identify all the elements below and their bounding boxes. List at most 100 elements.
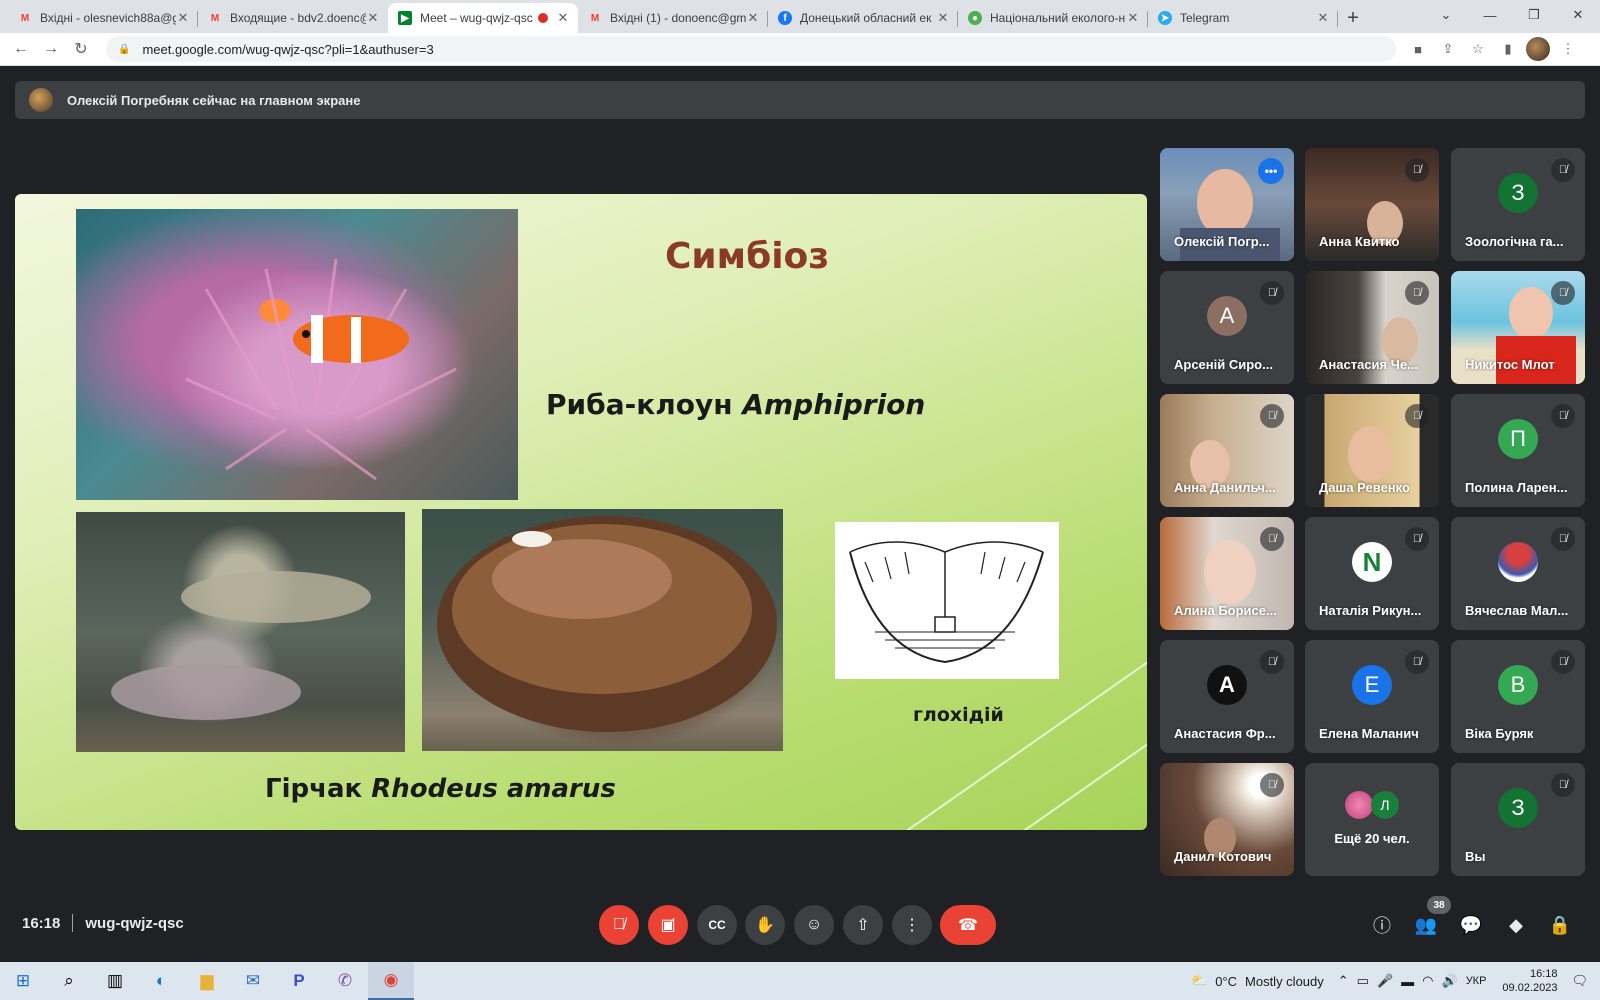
- more-participants-tile[interactable]: Л Ещё 20 чел.: [1305, 763, 1439, 876]
- mail-icon[interactable]: ✉: [230, 962, 276, 1000]
- menu-icon[interactable]: ⋮: [1556, 37, 1580, 61]
- participant-tile[interactable]: 🎙̸ Даша Ревенко: [1305, 394, 1439, 507]
- meeting-controls-bar: 16:18 wug-qwjz-qsc 🎙̸ ▣̸ CC ✋ ☺ ⇧ ⋮ ☎ ⓘ …: [0, 895, 1600, 957]
- bookmark-star-icon[interactable]: ☆: [1466, 37, 1490, 61]
- pixelmator-icon[interactable]: P: [276, 962, 322, 1000]
- self-tile[interactable]: З 🎙̸ Вы: [1451, 763, 1585, 876]
- close-icon[interactable]: ✕: [556, 10, 570, 26]
- participant-tile[interactable]: 🎙̸ Анна Данильч...: [1160, 394, 1294, 507]
- gmail-icon: M: [210, 12, 220, 24]
- browser-tab[interactable]: ● Національний еколого-н ✕: [958, 3, 1148, 33]
- new-tab-button[interactable]: +: [1338, 3, 1368, 33]
- camera-off-button[interactable]: ▣̸: [648, 905, 688, 945]
- task-view-icon[interactable]: ▥: [92, 962, 138, 1000]
- wifi-icon[interactable]: ◠: [1422, 973, 1433, 989]
- battery-icon[interactable]: ▭: [1357, 973, 1369, 989]
- search-icon[interactable]: ⌕: [46, 962, 92, 1000]
- participant-name: Анна Квитко: [1319, 234, 1400, 249]
- share-icon[interactable]: ⇪: [1436, 37, 1460, 61]
- weather-icon[interactable]: ⛅: [1191, 973, 1207, 989]
- avatar: N: [1352, 542, 1392, 583]
- leave-call-button[interactable]: ☎: [940, 905, 996, 945]
- participant-name: Олексій Погр...: [1174, 234, 1270, 249]
- avatar: З: [1498, 788, 1538, 829]
- participant-tile[interactable]: З 🎙̸ Зоологічна га...: [1451, 148, 1585, 261]
- browser-tab[interactable]: M Входящие - bdv2.doenc@ ✕: [198, 3, 388, 33]
- participant-tile[interactable]: А 🎙̸ Арсеній Сиро...: [1160, 271, 1294, 384]
- chevron-down-icon[interactable]: ⌄: [1424, 0, 1468, 30]
- mic-off-button[interactable]: 🎙̸: [599, 905, 639, 945]
- participant-tile[interactable]: 🎙̸ Алина Борисе...: [1160, 517, 1294, 630]
- participant-tile[interactable]: 🎙̸ Вячеслав Мал...: [1451, 517, 1585, 630]
- present-button[interactable]: ⇧: [843, 905, 883, 945]
- participant-tile[interactable]: 🎙̸ Анна Квитко: [1305, 148, 1439, 261]
- avatar: [29, 88, 53, 112]
- file-explorer-icon[interactable]: ▆: [184, 962, 230, 1000]
- chrome-icon[interactable]: ◉: [368, 962, 414, 1000]
- close-icon[interactable]: ✕: [176, 10, 190, 26]
- browser-tab[interactable]: f Донецький обласний ек ✕: [768, 3, 958, 33]
- gmail-icon: M: [20, 12, 30, 24]
- info-icon[interactable]: ⓘ: [1362, 905, 1402, 945]
- weather-desc[interactable]: Mostly cloudy: [1245, 974, 1324, 989]
- close-icon[interactable]: ✕: [936, 10, 950, 26]
- browser-tab[interactable]: M Вхідні (1) - donoenc@gm ✕: [578, 3, 768, 33]
- participant-tile[interactable]: Е 🎙̸ Елена Маланич: [1305, 640, 1439, 753]
- avatar: А: [1207, 296, 1247, 337]
- activities-icon[interactable]: ◆: [1496, 905, 1536, 945]
- participant-tile[interactable]: 🎙̸ Никитос Млот: [1451, 271, 1585, 384]
- reload-button[interactable]: ↻: [66, 34, 96, 64]
- restore-button[interactable]: ❐: [1512, 0, 1556, 30]
- browser-tab[interactable]: ➤ Telegram ✕: [1148, 3, 1338, 33]
- participant-tile[interactable]: N 🎙̸ Наталія Рикун...: [1305, 517, 1439, 630]
- chat-icon[interactable]: 💬: [1451, 905, 1491, 945]
- mic-icon[interactable]: 🎤: [1377, 973, 1393, 989]
- side-panel-icon[interactable]: ▮: [1496, 37, 1520, 61]
- more-options-button[interactable]: ⋮: [892, 905, 932, 945]
- close-icon[interactable]: ✕: [1126, 10, 1140, 26]
- participant-tile[interactable]: П 🎙̸ Полина Ларен...: [1451, 394, 1585, 507]
- display-icon[interactable]: ▬: [1401, 974, 1414, 989]
- notifications-icon[interactable]: 🗨: [1571, 973, 1588, 989]
- lock-icon[interactable]: 🔒: [118, 44, 130, 55]
- captions-button[interactable]: CC: [697, 905, 737, 945]
- participant-tile[interactable]: 🎙̸ Анастасия Че...: [1305, 271, 1439, 384]
- clock-date: 09.02.2023: [1502, 982, 1558, 994]
- language-indicator[interactable]: УКР: [1466, 975, 1487, 987]
- profile-avatar[interactable]: [1526, 37, 1550, 61]
- chevron-up-icon[interactable]: ⌃: [1338, 973, 1349, 989]
- back-button[interactable]: ←: [6, 34, 36, 64]
- minimize-button[interactable]: —: [1468, 0, 1512, 30]
- reactions-button[interactable]: ☺: [794, 905, 834, 945]
- participant-tile[interactable]: В 🎙̸ Віка Буряк: [1451, 640, 1585, 753]
- close-icon[interactable]: ✕: [1316, 10, 1330, 26]
- viber-icon[interactable]: ✆: [322, 962, 368, 1000]
- participant-tile[interactable]: 🎙̸ Данил Котович: [1160, 763, 1294, 876]
- camera-icon[interactable]: ■: [1406, 37, 1430, 61]
- raise-hand-button[interactable]: ✋: [745, 905, 785, 945]
- forward-button[interactable]: →: [36, 34, 66, 64]
- weather-temp[interactable]: 0°C: [1215, 974, 1237, 989]
- volume-icon[interactable]: 🔊: [1442, 973, 1458, 989]
- url-field[interactable]: 🔒 meet.google.com/wug-qwjz-qsc?pli=1&aut…: [106, 36, 1396, 62]
- close-window-button[interactable]: ✕: [1556, 0, 1600, 30]
- participant-tile[interactable]: ••• Олексій Погр...: [1160, 148, 1294, 261]
- participant-name: Алина Борисе...: [1174, 603, 1277, 618]
- more-options-icon[interactable]: •••: [1258, 158, 1284, 184]
- mic-off-icon: 🎙̸: [1260, 281, 1284, 305]
- avatar: Е: [1352, 665, 1392, 706]
- edge-icon[interactable]: ◐: [138, 962, 184, 1000]
- host-controls-icon[interactable]: 🔒: [1540, 905, 1580, 945]
- browser-tab[interactable]: M Вхідні - olesnevich88a@g ✕: [8, 3, 198, 33]
- clownfish-icon: [185, 258, 457, 481]
- tab-title: Вхідні (1) - donoenc@gm: [610, 11, 746, 25]
- tab-title: Входящие - bdv2.doenc@: [230, 11, 366, 25]
- system-clock[interactable]: 16:18 09.02.2023: [1502, 967, 1557, 995]
- windows-start-icon[interactable]: ⊞: [0, 962, 46, 1000]
- clownfish-anemone-photo: [76, 209, 518, 500]
- browser-tab-active[interactable]: ▶ Meet – wug-qwjz-qsc ✕: [388, 3, 578, 33]
- close-icon[interactable]: ✕: [746, 10, 760, 26]
- mic-off-icon: 🎙̸: [1551, 158, 1575, 182]
- close-icon[interactable]: ✕: [366, 10, 380, 26]
- participant-tile[interactable]: A 🎙̸ Анастасия Фр...: [1160, 640, 1294, 753]
